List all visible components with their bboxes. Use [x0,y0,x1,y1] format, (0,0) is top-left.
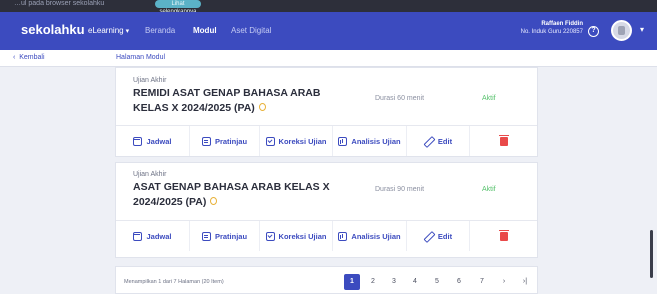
exam-type: Ujian Akhir [133,171,167,178]
page-button-4[interactable]: 4 [407,274,423,290]
back-link[interactable]: ‹ Kembali [13,54,45,61]
schedule-label: Jadwal [146,136,172,146]
coin-icon [258,103,266,111]
user-nik: No. Induk Guru 220857 [520,29,583,35]
edit-button[interactable]: Edit [407,221,470,251]
analysis-button[interactable]: Analisis Ujian [333,221,407,251]
grade-exam-button[interactable]: Koreksi Ujian [260,221,333,251]
check-icon [265,136,275,146]
brand-logo[interactable]: sekolahku [21,22,85,37]
chart-icon [338,136,348,146]
page-button-3[interactable]: 3 [386,274,402,290]
edit-button[interactable]: Edit [407,126,470,156]
nav-beranda[interactable]: Beranda [145,26,175,35]
preview-button[interactable]: Pratinjau [190,221,260,251]
delete-button[interactable] [470,221,537,251]
page-button-2[interactable]: 2 [365,274,381,290]
chevron-left-icon: ‹ [13,54,16,61]
delete-button[interactable] [470,126,537,156]
help-icon[interactable]: ? [588,26,599,37]
schedule-label: Jadwal [146,231,172,241]
trash-icon [498,229,509,241]
edit-label: Edit [437,231,453,241]
grade-exam-label: Koreksi Ujian [278,231,327,241]
avatar[interactable] [611,20,632,41]
exam-duration: Durasi 90 menit [375,186,425,193]
schedule-button[interactable]: Jadwal [116,126,190,156]
schedule-button[interactable]: Jadwal [116,221,190,251]
edit-label: Edit [437,136,453,146]
nav-elearning-label: eLearning [88,26,124,35]
main-navbar: sekolahku eLearning ▾ Beranda Modul Aset … [0,12,657,50]
exam-title: REMIDI ASAT GENAP BAHASA ARAB KELAS X 20… [133,86,333,116]
scrollbar[interactable] [650,230,653,278]
status-badge: Aktif [482,186,496,193]
app-root: …ul pada browser sekolahku Lihat selengk… [0,0,657,294]
exam-type: Ujian Akhir [133,77,167,84]
next-page-button[interactable]: › [496,274,512,290]
nav-modul[interactable]: Modul [193,26,217,35]
preview-icon [201,136,211,146]
page-button-1[interactable]: 1 [344,274,360,290]
preview-label: Pratinjau [214,136,248,146]
last-page-button[interactable]: ›| [517,274,533,290]
calendar-icon [133,136,143,146]
exam-title-text: REMIDI ASAT GENAP BAHASA ARAB KELAS X 20… [133,87,321,114]
chevron-down-icon[interactable]: ▾ [640,25,644,34]
browser-strip-button[interactable]: Lihat selengkapnya [155,0,201,15]
page-button-6[interactable]: 6 [451,274,467,290]
pagination-info: Menampilkan 1 dari 7 Halaman (20 Item) [124,279,224,285]
chart-icon [338,231,348,241]
grade-exam-button[interactable]: Koreksi Ujian [260,126,333,156]
analysis-label: Analisis Ujian [351,136,401,146]
grade-exam-label: Koreksi Ujian [278,136,327,146]
breadcrumb[interactable]: Halaman Modul [116,54,165,61]
coin-icon [210,197,218,205]
exam-title-text: ASAT GENAP BAHASA ARAB KELAS X 2024/2025… [133,181,330,208]
nav-aset-digital[interactable]: Aset Digital [231,26,271,35]
nav-elearning[interactable]: eLearning ▾ [88,26,129,35]
edit-icon [424,231,434,241]
exam-duration: Durasi 60 menit [375,95,425,102]
page-button-7[interactable]: 7 [474,274,490,290]
exam-actions: Jadwal Pratinjau Koreksi Ujian Analisis … [116,220,537,251]
trash-icon [498,134,509,146]
sub-bar: ‹ Kembali Halaman Modul [0,50,657,67]
exam-card: Ujian Akhir ASAT GENAP BAHASA ARAB KELAS… [115,162,538,258]
user-name: Raffaen Fiddin [541,21,583,27]
preview-button[interactable]: Pratinjau [190,126,260,156]
calendar-icon [133,231,143,241]
analysis-label: Analisis Ujian [351,231,401,241]
analysis-button[interactable]: Analisis Ujian [333,126,407,156]
exam-card: Ujian Akhir REMIDI ASAT GENAP BAHASA ARA… [115,67,538,157]
chevron-down-icon: ▾ [125,28,130,35]
page-button-5[interactable]: 5 [429,274,445,290]
status-badge: Aktif [482,95,496,102]
exam-actions: Jadwal Pratinjau Koreksi Ujian Analisis … [116,125,537,156]
check-icon [265,231,275,241]
browser-strip-text: …ul pada browser sekolahku [14,0,105,7]
avatar-image [618,26,625,35]
back-label: Kembali [19,54,45,61]
browser-strip: …ul pada browser sekolahku Lihat selengk… [0,0,657,15]
edit-icon [424,136,434,146]
pagination: Menampilkan 1 dari 7 Halaman (20 Item) 1… [115,266,538,294]
exam-title: ASAT GENAP BAHASA ARAB KELAS X 2024/2025… [133,180,333,210]
preview-label: Pratinjau [214,231,248,241]
preview-icon [201,231,211,241]
